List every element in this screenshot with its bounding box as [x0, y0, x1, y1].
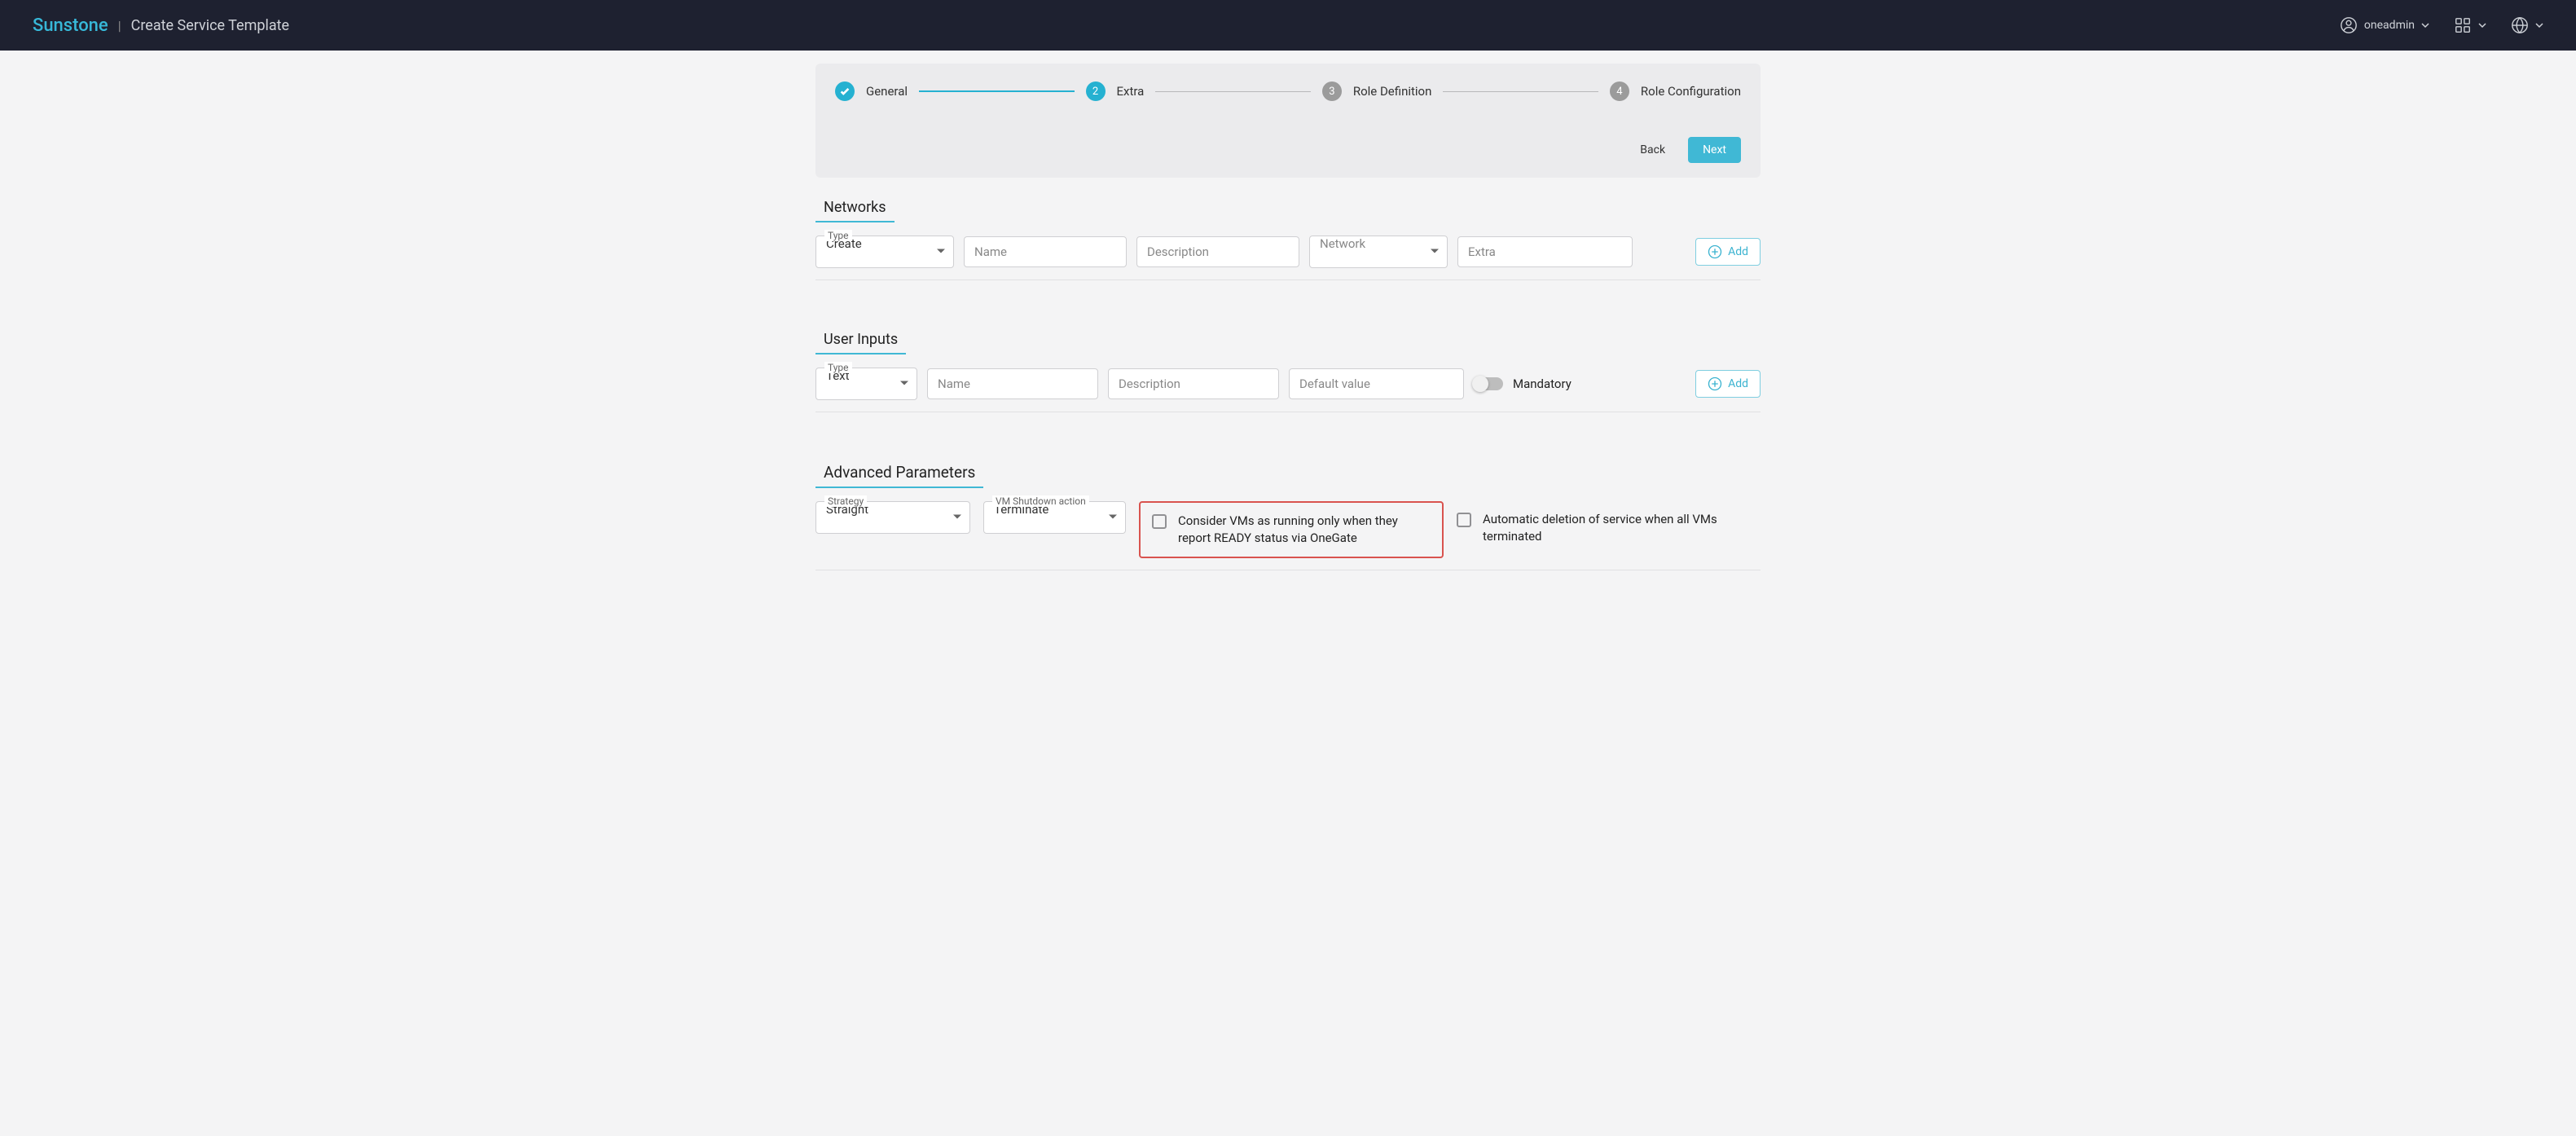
userinputs-description-input[interactable] — [1108, 368, 1279, 399]
header-divider: | — [118, 18, 121, 33]
ready-status-option: Consider VMs as running only when they r… — [1139, 501, 1444, 558]
networks-type-select[interactable]: Type Create — [815, 236, 954, 268]
toggle-knob — [1472, 376, 1488, 392]
field-legend: Type — [824, 230, 852, 241]
user-icon — [2340, 16, 2358, 34]
step-label: Role Definition — [1353, 84, 1432, 99]
strategy-select[interactable]: Strategy Straight — [815, 501, 970, 534]
add-label: Add — [1728, 377, 1748, 390]
step-circle-done — [835, 81, 855, 101]
userinputs-add-button[interactable]: Add — [1695, 370, 1761, 398]
section-advanced-title: Advanced Parameters — [815, 455, 983, 488]
networks-extra-input[interactable] — [1457, 236, 1633, 267]
mandatory-switch-wrap: Mandatory — [1474, 376, 1572, 391]
networks-name-input[interactable] — [964, 236, 1127, 267]
chevron-down-icon — [2535, 21, 2543, 29]
header-bar: Sunstone | Create Service Template onead… — [0, 0, 2576, 51]
step-general[interactable]: General — [835, 81, 908, 101]
step-circle-pending: 3 — [1322, 81, 1342, 101]
step-circle-active: 2 — [1086, 81, 1106, 101]
user-menu[interactable]: oneadmin — [2340, 16, 2429, 34]
ready-status-checkbox[interactable] — [1152, 514, 1167, 529]
networks-row: Type Create Network Add — [815, 229, 1761, 280]
step-role-definition[interactable]: 3 Role Definition — [1322, 81, 1432, 101]
step-line — [1443, 91, 1598, 92]
back-button[interactable]: Back — [1629, 137, 1677, 163]
globe-icon — [2511, 16, 2529, 34]
grid-icon — [2454, 16, 2472, 34]
next-button[interactable]: Next — [1688, 137, 1741, 163]
userinputs-default-input[interactable] — [1289, 368, 1464, 399]
language-menu[interactable] — [2511, 16, 2543, 34]
page-title: Create Service Template — [131, 17, 289, 34]
check-icon — [839, 86, 851, 97]
userinputs-row: Type Text Mandatory Add — [815, 361, 1761, 412]
stepper-card: General 2 Extra 3 Role Definition 4 Role… — [815, 64, 1761, 178]
field-legend: Strategy — [824, 495, 867, 507]
advanced-row: Strategy Straight VM Shutdown action Ter… — [815, 495, 1761, 570]
auto-delete-checkbox[interactable] — [1457, 513, 1471, 527]
step-line — [1155, 91, 1311, 92]
header-left: Sunstone | Create Service Template — [33, 15, 289, 36]
step-extra[interactable]: 2 Extra — [1086, 81, 1145, 101]
main-container: General 2 Extra 3 Role Definition 4 Role… — [815, 51, 1761, 603]
step-label: Role Configuration — [1641, 84, 1741, 99]
stepper-buttons: Back Next — [835, 137, 1741, 163]
section-networks-title: Networks — [815, 191, 895, 222]
step-circle-pending: 4 — [1610, 81, 1629, 101]
select-placeholder: Network — [1310, 236, 1447, 267]
shutdown-select[interactable]: VM Shutdown action Terminate — [983, 501, 1126, 534]
chevron-down-icon — [2478, 21, 2486, 29]
auto-delete-option: Automatic deletion of service when all V… — [1457, 501, 1735, 555]
plus-circle-icon — [1708, 376, 1722, 391]
field-legend: VM Shutdown action — [992, 495, 1089, 507]
step-role-configuration[interactable]: 4 Role Configuration — [1610, 81, 1741, 101]
step-label: General — [866, 84, 908, 99]
add-label: Add — [1728, 245, 1748, 258]
networks-network-select[interactable]: Network — [1309, 236, 1448, 268]
userinputs-type-select[interactable]: Type Text — [815, 368, 917, 400]
mandatory-label: Mandatory — [1513, 376, 1572, 391]
section-userinputs-title: User Inputs — [815, 323, 906, 354]
plus-circle-icon — [1708, 244, 1722, 259]
stepper-row: General 2 Extra 3 Role Definition 4 Role… — [835, 81, 1741, 101]
header-right: oneadmin — [2340, 16, 2543, 34]
brand-logo[interactable]: Sunstone — [33, 15, 108, 36]
mandatory-toggle[interactable] — [1474, 377, 1503, 390]
networks-add-button[interactable]: Add — [1695, 238, 1761, 266]
field-legend: Type — [824, 362, 852, 373]
networks-description-input[interactable] — [1136, 236, 1299, 267]
username-label: oneadmin — [2364, 19, 2415, 32]
step-line — [919, 90, 1075, 92]
userinputs-name-input[interactable] — [927, 368, 1098, 399]
auto-delete-label: Automatic deletion of service when all V… — [1483, 511, 1735, 545]
chevron-down-icon — [2421, 21, 2429, 29]
apps-menu[interactable] — [2454, 16, 2486, 34]
ready-status-label: Consider VMs as running only when they r… — [1178, 513, 1431, 547]
step-label: Extra — [1117, 84, 1145, 99]
